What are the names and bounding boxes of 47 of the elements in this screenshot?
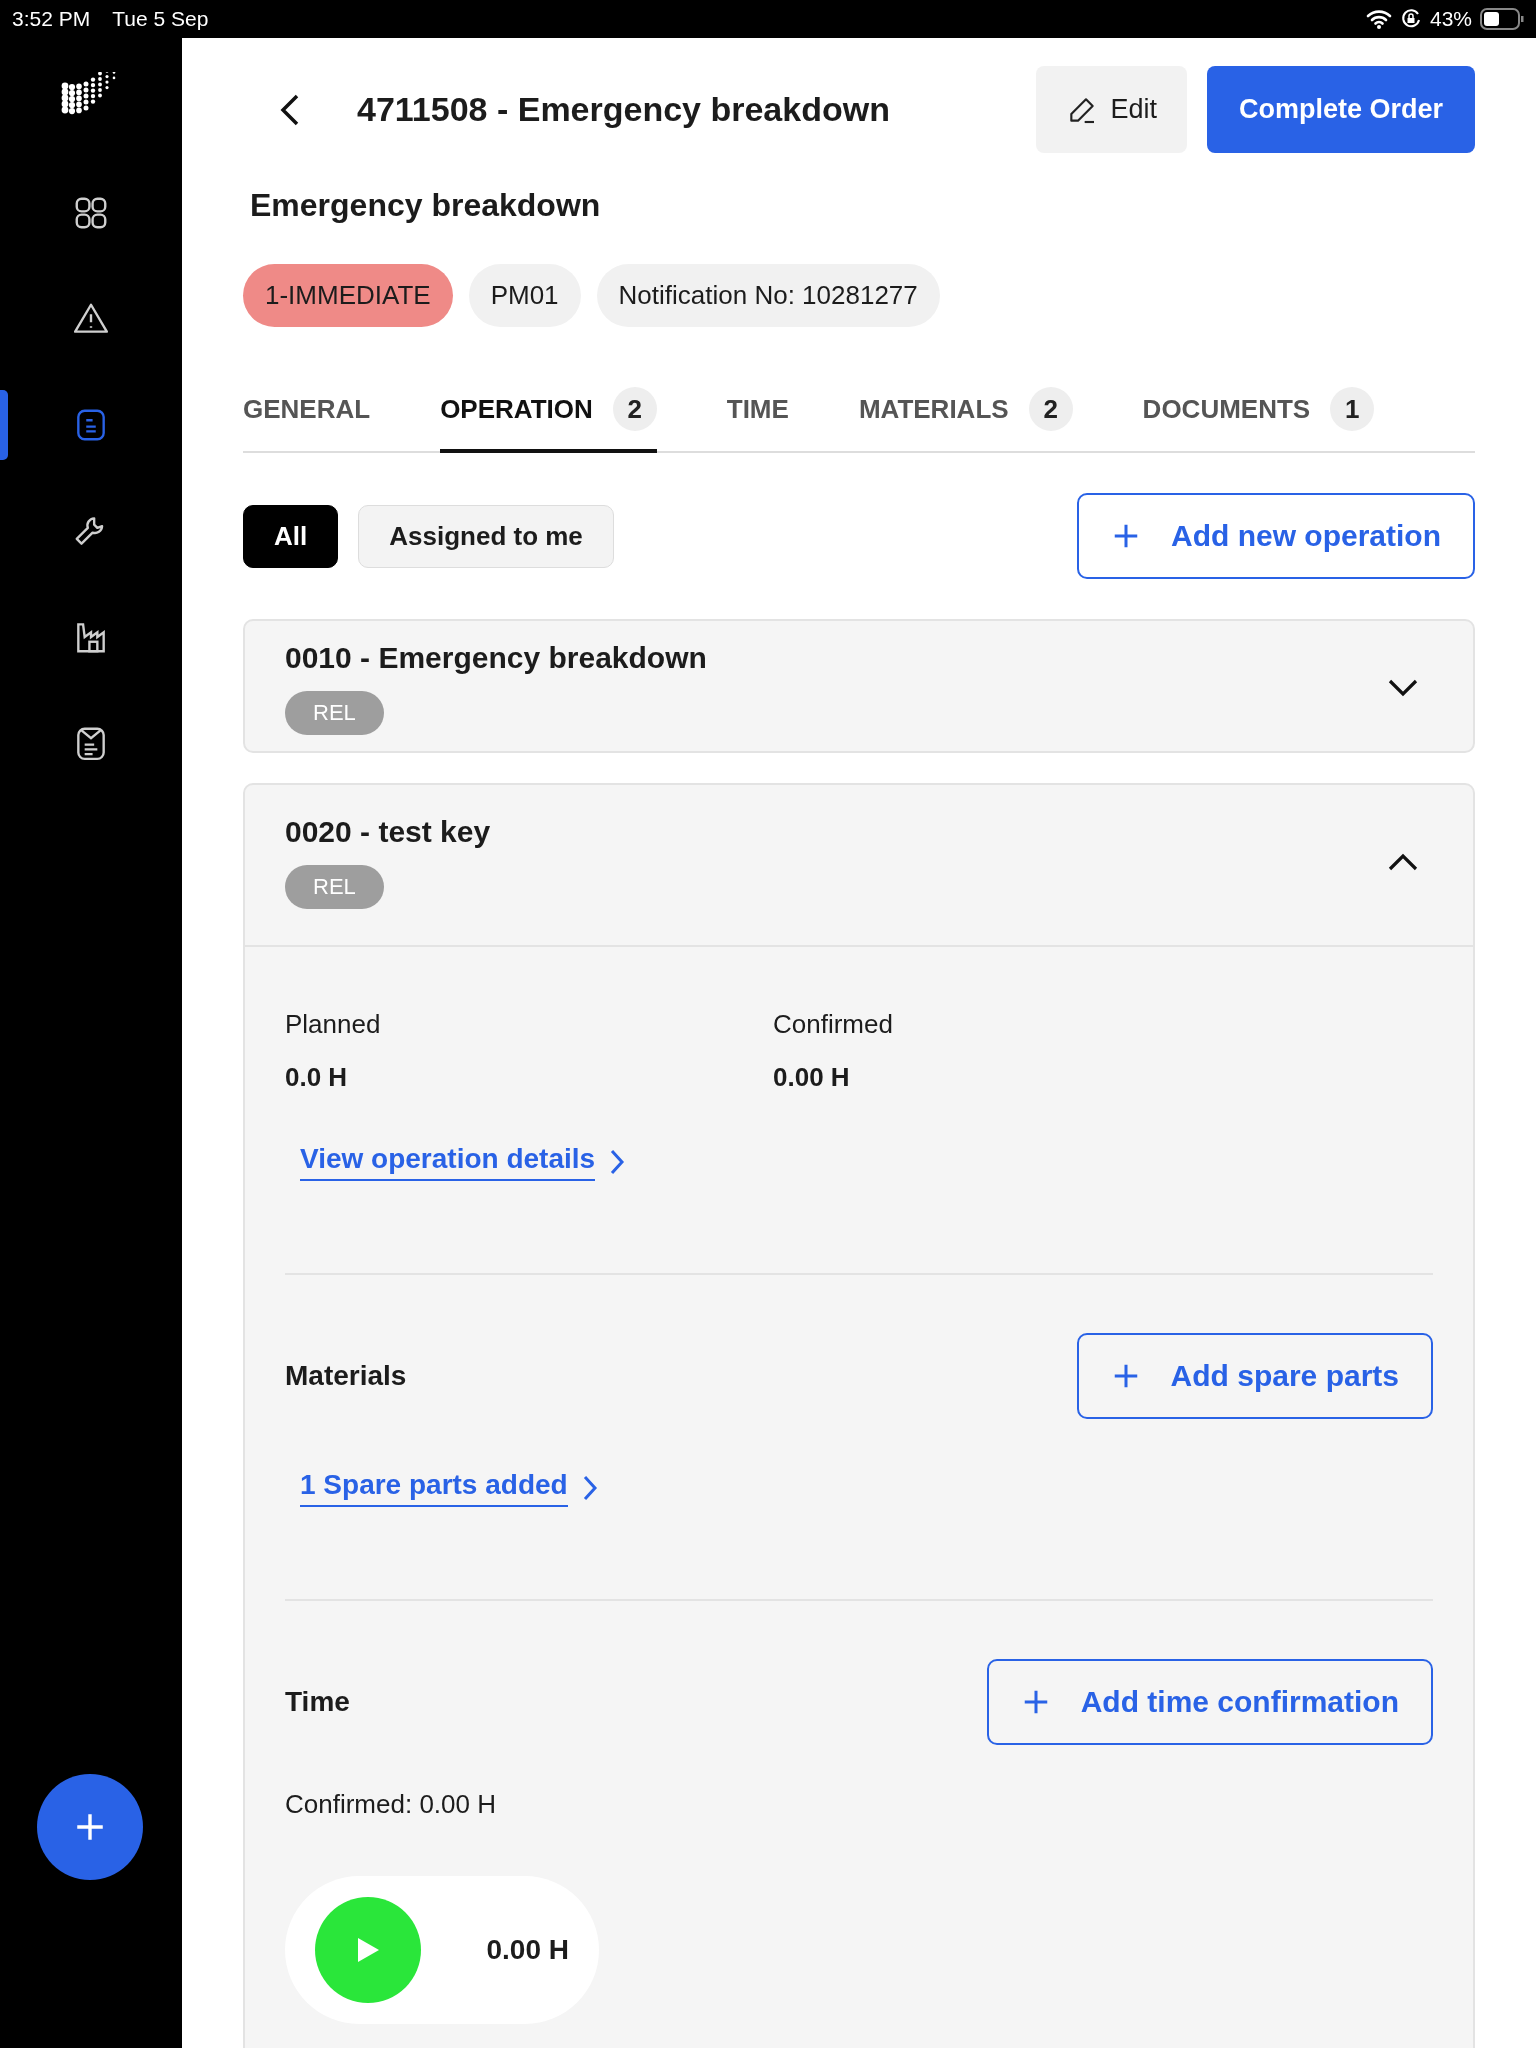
section-title: Time (285, 1686, 350, 1718)
order-subtitle: Emergency breakdown (250, 187, 602, 224)
complete-order-button[interactable]: Complete Order (1206, 66, 1475, 153)
timer-value: 0.00 H (486, 1934, 569, 1966)
wifi-icon (1365, 9, 1392, 29)
add-time-button[interactable]: Add time confirmation (986, 1659, 1433, 1745)
filter-chip[interactable]: All (243, 504, 339, 568)
tab[interactable]: OPERATION 2 (440, 375, 657, 453)
tab[interactable]: GENERAL (243, 375, 371, 453)
status-date: Tue 5 Sep (112, 7, 209, 31)
status-tag: REL (285, 691, 384, 735)
play-icon (355, 1936, 381, 1964)
operation-title: 0020 - test key (285, 815, 491, 849)
planned-value: 0.0 H (285, 1062, 349, 1093)
battery-icon (1480, 8, 1524, 30)
rotation-lock-icon (1399, 8, 1422, 30)
chevron-right-icon[interactable] (581, 1474, 598, 1502)
selection-indicator (0, 390, 8, 460)
tab[interactable]: MATERIALS 2 (858, 375, 1073, 453)
confirmed-value: 0.00 H (773, 1062, 851, 1093)
tab[interactable]: DOCUMENTS 1 (1142, 375, 1375, 453)
status-time: 3:52 PM (12, 7, 91, 31)
operation-title: 0010 - Emergency breakdown (285, 641, 707, 675)
confirmed-time: Confirmed: 0.00 H (285, 1789, 497, 1820)
planned-label: Planned (285, 1009, 382, 1040)
back-icon[interactable] (279, 92, 301, 127)
tab[interactable]: TIME (726, 375, 789, 453)
chevron-down-icon[interactable] (1387, 678, 1419, 698)
spare-parts-link[interactable]: 1 Spare parts added (300, 1469, 568, 1507)
page-title: 4711508 - Emergency breakdown (357, 90, 891, 129)
info-tag: Notification No: 10281277 (596, 264, 940, 327)
count-badge: 2 (612, 387, 657, 431)
add-operation-button[interactable]: Add new operation (1077, 493, 1475, 579)
chevron-right-icon[interactable] (609, 1148, 626, 1176)
battery-percent: 43% (1429, 7, 1472, 31)
view-details-link[interactable]: View operation details (300, 1143, 596, 1181)
info-tag: PM01 (468, 264, 581, 327)
status-tag: REL (285, 865, 384, 909)
add-spare-parts-button[interactable]: Add spare parts (1076, 1333, 1433, 1419)
filter-chip[interactable]: Assigned to me (358, 504, 614, 568)
chevron-up-icon[interactable] (1387, 852, 1419, 872)
count-badge: 2 (1028, 387, 1073, 431)
priority-tag: 1-IMMEDIATE (243, 264, 453, 327)
edit-button[interactable]: Edit (1036, 66, 1187, 153)
confirmed-label: Confirmed (773, 1009, 894, 1040)
section-title: Materials (285, 1360, 407, 1392)
count-badge: 1 (1330, 387, 1375, 431)
